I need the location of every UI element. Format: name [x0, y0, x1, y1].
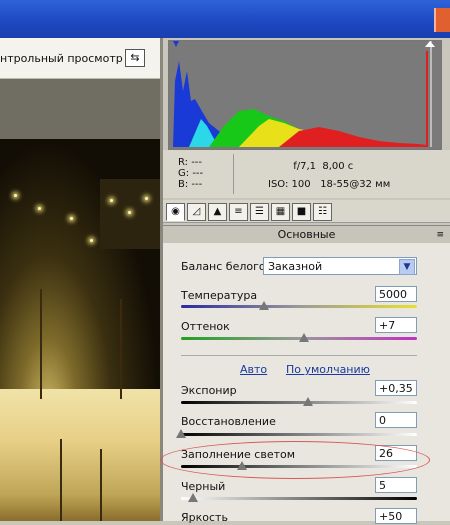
- exposure-field[interactable]: +0,35: [375, 380, 417, 396]
- detail-icon[interactable]: ▲: [208, 203, 227, 221]
- histogram: [168, 40, 442, 150]
- menu-icon[interactable]: ≡: [436, 226, 444, 244]
- curve-icon[interactable]: ◿: [187, 203, 206, 221]
- b-label: B:: [178, 179, 189, 190]
- blacks-field[interactable]: 5: [375, 477, 417, 493]
- iso: ISO: 100: [268, 179, 311, 190]
- section-header: Основные ≡: [163, 225, 450, 244]
- camera-icon[interactable]: ■: [292, 203, 311, 221]
- lens-icon[interactable]: ▦: [271, 203, 290, 221]
- white-balance-select[interactable]: Заказной ▼: [263, 257, 417, 275]
- annotation-ellipse: [160, 441, 430, 479]
- tree: [100, 449, 102, 521]
- recovery-label: Восстановление: [181, 415, 276, 428]
- snow-area: [0, 389, 160, 521]
- tint-slider[interactable]: [298, 333, 309, 342]
- blacks-track[interactable]: [181, 497, 417, 500]
- blacks-slider[interactable]: [187, 493, 198, 502]
- image-preview[interactable]: [0, 79, 160, 521]
- presets-icon[interactable]: ☷: [313, 203, 332, 221]
- brightness-field[interactable]: +50: [375, 508, 417, 524]
- r-label: R:: [178, 157, 189, 168]
- tree: [40, 289, 42, 399]
- temperature-label: Температура: [181, 289, 258, 302]
- exposure-label: Экспонир: [181, 384, 237, 397]
- tint-field[interactable]: +7: [375, 317, 417, 333]
- temperature-track[interactable]: [181, 305, 417, 308]
- aperture: f/7,1: [293, 161, 316, 172]
- close-icon[interactable]: [434, 8, 450, 32]
- street-light: [110, 199, 113, 202]
- brightness-label: Яркость: [181, 511, 228, 524]
- info-separator: [233, 154, 234, 194]
- auto-link[interactable]: Авто: [240, 363, 267, 376]
- blacks-label: Черный: [181, 480, 226, 493]
- camera-info: R: --- G: --- B: --- f/7,1 8,00 с ISO: 1…: [163, 150, 450, 198]
- street-light: [90, 239, 93, 242]
- street-light: [70, 217, 73, 220]
- exposure-track[interactable]: [181, 401, 417, 404]
- adjustment-tabs: ◉ ◿ ▲ ≡ ☰ ▦ ■ ☷: [163, 200, 450, 223]
- divider: [181, 355, 417, 356]
- recovery-track[interactable]: [181, 433, 417, 436]
- temperature-field[interactable]: 5000: [375, 286, 417, 302]
- white-balance-value: Заказной: [268, 260, 323, 273]
- default-link[interactable]: По умолчанию: [286, 363, 370, 376]
- chevron-down-icon[interactable]: ▼: [399, 259, 415, 275]
- g-label: G:: [178, 168, 190, 179]
- white-balance-label: Баланс белого:: [181, 260, 270, 273]
- tree: [60, 439, 62, 521]
- b-value: ---: [191, 179, 203, 190]
- street-light: [128, 211, 131, 214]
- preview-label[interactable]: нтрольный просмотр: [0, 52, 123, 65]
- basic-panel: Баланс белого: Заказной ▼ Температура 50…: [163, 243, 450, 524]
- section-title: Основные: [277, 228, 336, 241]
- preview-toolbar: нтрольный просмотр ⇆: [0, 38, 160, 79]
- shutter-speed: 8,00 с: [322, 161, 354, 172]
- g-value: ---: [192, 168, 204, 179]
- window-titlebar: [0, 0, 450, 38]
- exposure-slider[interactable]: [303, 397, 314, 406]
- recovery-slider[interactable]: [176, 429, 186, 438]
- exif-data: f/7,1 8,00 с ISO: 100 18-55@32 мм: [268, 158, 390, 194]
- street-light: [14, 194, 17, 197]
- aperture-icon[interactable]: ◉: [166, 203, 185, 221]
- tint-label: Оттенок: [181, 320, 230, 333]
- hsl-icon[interactable]: ≡: [229, 203, 248, 221]
- recovery-field[interactable]: 0: [375, 412, 417, 428]
- tree: [120, 299, 122, 399]
- swap-icon[interactable]: ⇆: [125, 49, 145, 67]
- street-light: [38, 207, 41, 210]
- night-photo: [0, 139, 160, 521]
- building: [100, 179, 160, 249]
- split-icon[interactable]: ☰: [250, 203, 269, 221]
- temperature-slider[interactable]: [258, 301, 269, 310]
- r-value: ---: [191, 157, 203, 168]
- lens: 18-55@32 мм: [320, 179, 391, 190]
- rgb-readout: R: --- G: --- B: ---: [178, 157, 203, 190]
- street-light: [145, 197, 148, 200]
